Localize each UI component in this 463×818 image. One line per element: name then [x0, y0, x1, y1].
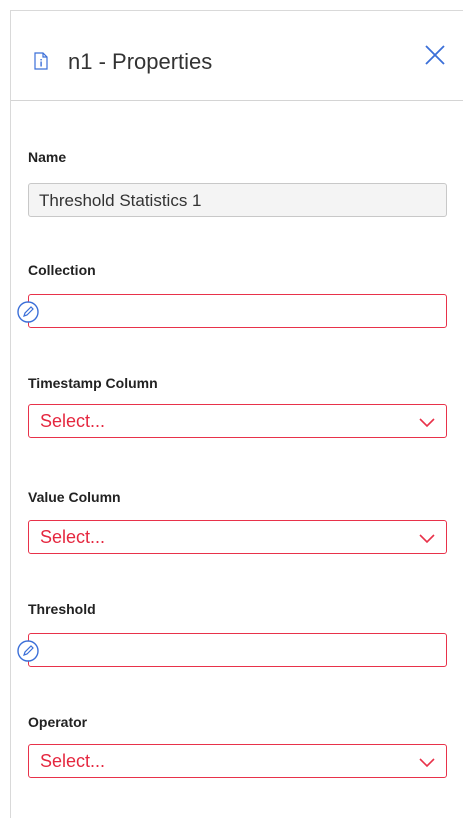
timestamp-column-label: Timestamp Column — [28, 375, 158, 391]
collection-label: Collection — [28, 262, 96, 278]
operator-placeholder: Select... — [40, 751, 106, 771]
panel-header: n1 - Properties — [11, 11, 463, 101]
timestamp-column-select[interactable]: Select... — [28, 404, 447, 438]
chevron-down-icon — [419, 758, 435, 768]
operator-label: Operator — [28, 714, 88, 730]
value-column-label: Value Column — [28, 489, 121, 505]
close-icon[interactable] — [423, 43, 447, 67]
threshold-label: Threshold — [28, 601, 96, 617]
value-column-select[interactable]: Select... — [28, 520, 447, 554]
name-label: Name — [28, 149, 67, 165]
name-value: Threshold Statistics 1 — [39, 191, 202, 210]
edit-pencil-icon[interactable] — [17, 640, 39, 662]
value-column-placeholder: Select... — [40, 527, 106, 547]
name-field[interactable]: Threshold Statistics 1 — [28, 183, 447, 217]
operator-select[interactable]: Select... — [28, 744, 447, 778]
threshold-input[interactable] — [28, 633, 447, 667]
properties-panel: n1 - Properties Name Threshold Statistic… — [10, 10, 463, 818]
edit-pencil-icon[interactable] — [17, 301, 39, 323]
chevron-down-icon — [419, 418, 435, 428]
collection-input[interactable] — [28, 294, 447, 328]
chevron-down-icon — [419, 534, 435, 544]
document-info-icon — [34, 52, 48, 70]
timestamp-column-placeholder: Select... — [40, 411, 106, 431]
panel-title: n1 - Properties — [68, 49, 213, 74]
